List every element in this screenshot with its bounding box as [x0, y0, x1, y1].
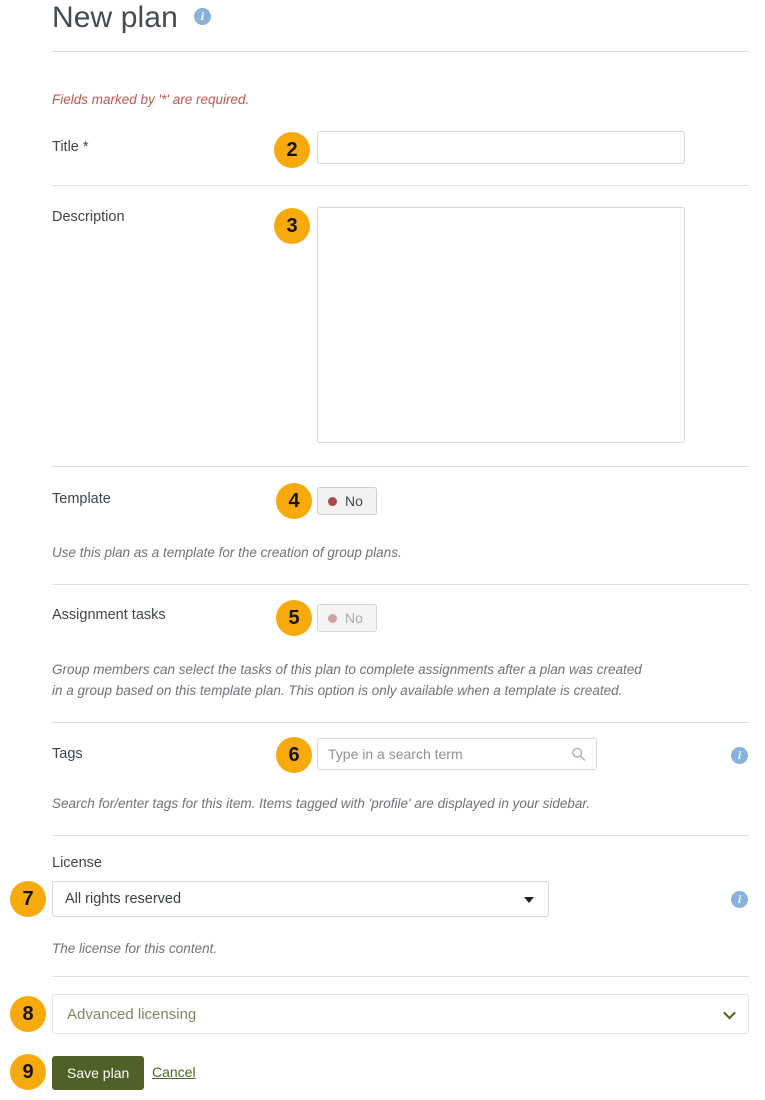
page-header: New plan i: [52, 0, 749, 52]
toggle-state-dot: [328, 497, 337, 506]
divider: [52, 466, 749, 467]
template-help-text: Use this plan as a template for the crea…: [52, 542, 712, 563]
assignment-tasks-toggle[interactable]: No: [317, 604, 377, 632]
license-select[interactable]: All rights reserved: [52, 881, 549, 917]
chevron-down-icon: [723, 1007, 736, 1020]
divider: [52, 835, 749, 836]
info-icon[interactable]: i: [194, 8, 211, 25]
tags-search-input[interactable]: [317, 738, 597, 770]
step-badge-5: 5: [276, 600, 312, 636]
title-input[interactable]: [317, 131, 685, 164]
template-label: Template: [52, 491, 111, 507]
assignment-tasks-label: Assignment tasks: [52, 607, 166, 623]
step-badge-7: 7: [10, 881, 46, 917]
license-info-icon[interactable]: i: [731, 891, 748, 908]
cancel-link[interactable]: Cancel: [152, 1064, 196, 1080]
divider: [52, 722, 749, 723]
divider: [52, 584, 749, 585]
template-toggle-label: No: [345, 493, 363, 509]
tags-info-icon[interactable]: i: [731, 747, 748, 764]
license-selected-value: All rights reserved: [65, 891, 181, 907]
assignment-tasks-help-line1: Group members can select the tasks of th…: [52, 659, 742, 680]
step-badge-6: 6: [276, 737, 312, 773]
license-label: License: [52, 855, 102, 871]
page-title: New plan: [52, 0, 178, 36]
step-badge-9: 9: [10, 1054, 46, 1090]
chevron-down-icon: [524, 897, 534, 903]
step-badge-8: 8: [10, 996, 46, 1032]
template-toggle[interactable]: No: [317, 487, 377, 515]
assignment-tasks-help-line2: in a group based on this template plan. …: [52, 680, 742, 701]
step-badge-3: 3: [274, 208, 310, 244]
assignment-tasks-toggle-label: No: [345, 610, 363, 626]
save-plan-button[interactable]: Save plan: [52, 1056, 144, 1090]
description-label: Description: [52, 209, 125, 225]
tags-help-text: Search for/enter tags for this item. Ite…: [52, 793, 742, 814]
advanced-licensing-toggle[interactable]: Advanced licensing: [52, 994, 749, 1034]
new-plan-form-page: New plan i Fields marked by '*' are requ…: [0, 0, 765, 1100]
divider: [52, 185, 749, 186]
required-fields-note: Fields marked by '*' are required.: [52, 92, 249, 107]
description-textarea[interactable]: [317, 207, 685, 443]
tags-label: Tags: [52, 746, 83, 762]
step-badge-4: 4: [276, 483, 312, 519]
title-label: Title *: [52, 139, 89, 155]
tags-search-wrapper: [317, 738, 597, 770]
toggle-state-dot: [328, 614, 337, 623]
advanced-licensing-label: Advanced licensing: [67, 1006, 196, 1023]
divider: [52, 976, 749, 977]
license-help-text: The license for this content.: [52, 938, 742, 959]
step-badge-2: 2: [274, 132, 310, 168]
